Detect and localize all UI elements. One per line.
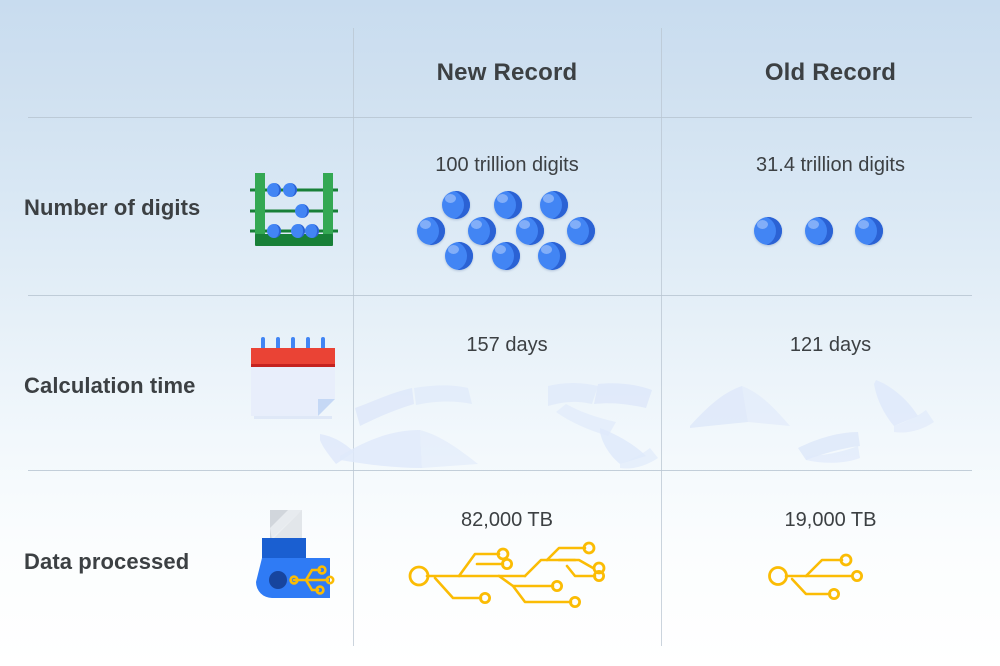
abacus-icon [246,168,342,252]
column-header-new-record: New Record [436,59,578,86]
bead [468,217,496,245]
bead-cluster-old [661,185,1000,275]
value-digits-new: 100 trillion digits [435,153,579,176]
value-data-new: 82,000 TB [461,508,553,531]
circuit-graphic-old [768,552,880,602]
divider-header [28,117,972,118]
bead [445,242,473,270]
circuit-graphic-new [407,540,625,618]
usb-drive-icon [252,508,338,602]
bead [492,242,520,270]
column-header-old-record: Old Record [764,59,897,86]
bead [442,191,470,219]
infographic-comparison-table: New Record Old Record Number of digits 1… [0,0,1000,666]
paper-scraps-new [320,360,665,470]
row-label-data-processed: Data processed [24,549,190,574]
bead [494,191,522,219]
bead [754,217,782,245]
row-label-number-of-digits: Number of digits [24,195,201,220]
bead [516,217,544,245]
row-label-calculation-time: Calculation time [24,373,196,398]
divider-row-1 [28,295,972,296]
bead [538,242,566,270]
bead [805,217,833,245]
paper-scraps-old [680,360,980,465]
bead [855,217,883,245]
bead [417,217,445,245]
value-calctime-old: 121 days [789,333,872,356]
value-data-old: 19,000 TB [784,508,877,531]
bead [540,191,568,219]
bead-cluster-new [353,185,661,275]
bead [567,217,595,245]
value-calctime-new: 157 days [466,333,548,356]
value-digits-old: 31.4 trillion digits [756,153,905,176]
divider-row-2 [28,470,972,471]
